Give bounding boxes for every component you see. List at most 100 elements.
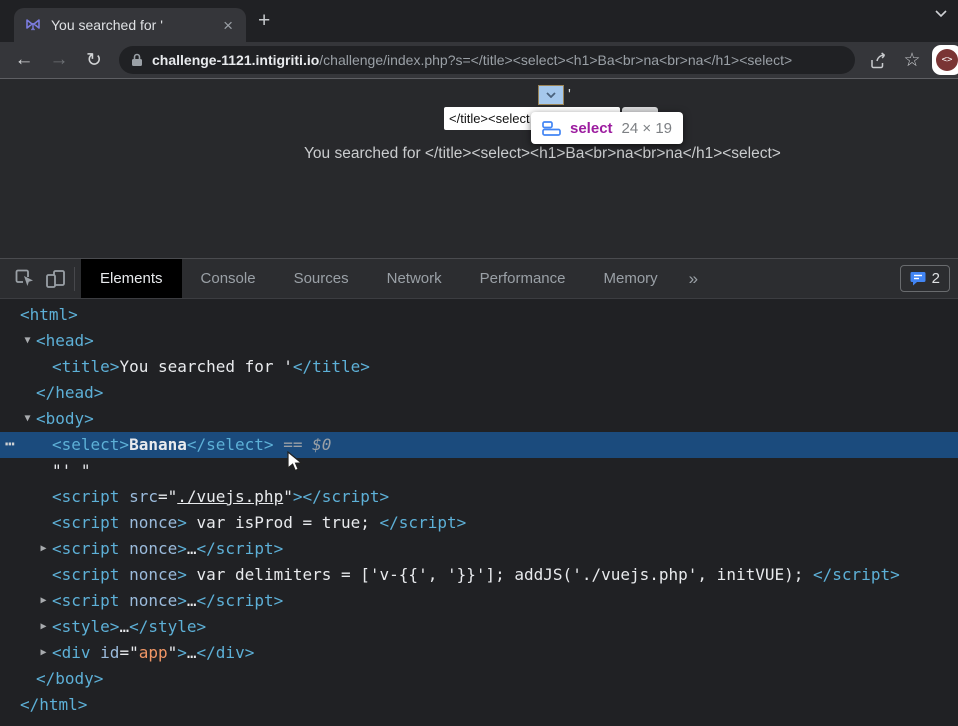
collapse-arrow-icon[interactable]: ▼ <box>21 406 34 432</box>
address-toolbar: ← → ↻ challenge-1121.intigriti.io/challe… <box>0 42 958 79</box>
dom-tree-row[interactable]: <script nonce> var isProd = true; </scri… <box>0 510 958 536</box>
dom-node-segment-tag: <head> <box>36 331 94 350</box>
devtools-panel: Elements Console Sources Network Perform… <box>0 258 958 726</box>
toolbar-divider <box>74 267 75 291</box>
dom-tree-row[interactable]: ▶<script nonce>…</script> <box>0 588 958 614</box>
dom-node-segment-txt: " <box>283 487 293 506</box>
lock-icon <box>131 53 143 67</box>
dom-tree-row[interactable]: </head> <box>0 380 958 406</box>
dom-node-segment-aval: app <box>139 643 168 662</box>
share-button[interactable] <box>866 47 892 73</box>
dom-node-segment-tag: </select> <box>187 435 274 454</box>
search-result-text: You searched for </title><select><h1>Ba<… <box>304 145 781 163</box>
issues-count: 2 <box>932 270 940 287</box>
dom-node-segment-tag: <script <box>52 565 119 584</box>
back-button[interactable]: ← <box>10 46 38 74</box>
address-bar[interactable]: challenge-1121.intigriti.io/challenge/in… <box>119 46 855 74</box>
dom-node-segment-tag: > <box>177 591 187 610</box>
row-menu-icon[interactable]: ⋯ <box>5 431 16 457</box>
page-viewport: ' </title><select select 24 × 19 You sea… <box>0 80 958 258</box>
dom-tree-row[interactable]: ▶<script nonce>…</script> <box>0 536 958 562</box>
bookmark-star-button[interactable]: ☆ <box>899 47 925 73</box>
tab-performance[interactable]: Performance <box>461 259 585 298</box>
dom-tree-row[interactable]: <html> <box>0 302 958 328</box>
mouse-cursor-icon <box>287 451 304 473</box>
extension-avatar[interactable]: <> <box>932 45 958 75</box>
dom-node-segment-tag: <html> <box>20 305 78 324</box>
tab-memory[interactable]: Memory <box>585 259 677 298</box>
tab-sources[interactable]: Sources <box>275 259 368 298</box>
dom-node-segment-tag: > <box>177 565 187 584</box>
dom-tree-row[interactable]: ▶<div id="app">…</div> <box>0 640 958 666</box>
dom-node-segment-tag: > <box>177 513 187 532</box>
url-path: /challenge/index.php?s=</title><select><… <box>319 52 792 68</box>
dom-tree-row[interactable]: </html> <box>0 692 958 718</box>
dom-tree-row[interactable]: ▼<head> <box>0 328 958 354</box>
collapse-arrow-icon[interactable]: ▼ <box>21 328 34 354</box>
expand-arrow-icon[interactable]: ▶ <box>37 588 50 614</box>
tab-elements[interactable]: Elements <box>81 259 182 298</box>
forward-button: → <box>45 46 73 74</box>
dom-node-segment-tag: </script> <box>197 539 284 558</box>
dom-node-segment-tag: </script> <box>813 565 900 584</box>
dom-node-segment-tag: <style> <box>52 617 119 636</box>
dom-node-segment-attr: nonce <box>119 539 177 558</box>
browser-tab[interactable]: You searched for ' × <box>14 8 246 42</box>
devtools-toolbar: Elements Console Sources Network Perform… <box>0 259 958 299</box>
tab-network[interactable]: Network <box>368 259 461 298</box>
dom-node-segment-dollar: $0 <box>312 435 331 454</box>
new-tab-button[interactable]: + <box>258 11 270 31</box>
dom-tree-row[interactable]: <script src="./vuejs.php"></script> <box>0 484 958 510</box>
dom-node-segment-attr: nonce <box>119 565 177 584</box>
tooltip-dimensions: 24 × 19 <box>622 120 672 137</box>
issues-button[interactable]: 2 <box>900 265 950 292</box>
dom-node-segment-txt: … <box>187 591 197 610</box>
dom-tree-row[interactable]: "' " <box>0 458 958 484</box>
dom-node-segment-attr: src <box>119 487 158 506</box>
dom-node-segment-txt: You searched for ' <box>119 357 292 376</box>
device-toolbar-button[interactable] <box>40 264 70 294</box>
expand-arrow-icon[interactable]: ▶ <box>37 614 50 640</box>
tab-close-icon[interactable]: × <box>220 17 236 34</box>
reload-button[interactable]: ↻ <box>80 46 108 74</box>
dom-node-segment-txt: " <box>168 643 178 662</box>
tab-strip: You searched for ' × + <box>0 0 958 42</box>
extension-logo-icon: <> <box>936 49 958 71</box>
dom-node-segment-attr: nonce <box>119 513 177 532</box>
dom-node-segment-tag: <script <box>52 539 119 558</box>
dom-node-segment-tag: <div <box>52 643 91 662</box>
dom-node-segment-tag: <script <box>52 591 119 610</box>
dom-tree-row-selected[interactable]: ⋯<select>Banana</select> == $0 <box>0 432 958 458</box>
dom-tree-row[interactable]: ▶<style>…</style> <box>0 614 958 640</box>
dom-node-segment-tag: </style> <box>129 617 206 636</box>
highlighted-select-element[interactable] <box>538 85 564 105</box>
dom-node-segment-tag: <script <box>52 513 119 532</box>
expand-arrow-icon[interactable]: ▶ <box>37 640 50 666</box>
issues-chat-icon <box>910 271 926 286</box>
dom-node-segment-attr: nonce <box>119 591 177 610</box>
dom-node-segment-link: ./vuejs.php <box>177 487 283 506</box>
tooltip-tag-name: select <box>570 120 613 137</box>
dom-node-segment-txt: =" <box>119 643 138 662</box>
tab-console[interactable]: Console <box>182 259 275 298</box>
inspect-element-button[interactable] <box>10 264 40 294</box>
more-tabs-button[interactable]: » <box>677 269 710 289</box>
dom-node-segment-tag: <script <box>52 487 119 506</box>
window-chevron-down-icon[interactable] <box>934 9 948 18</box>
dom-node-segment-txtb: Banana <box>129 435 187 454</box>
dom-node-segment-tag: </body> <box>36 669 103 688</box>
dom-tree-row[interactable]: <script nonce> var delimiters = ['v-{{',… <box>0 562 958 588</box>
expand-arrow-icon[interactable]: ▶ <box>37 536 50 562</box>
dom-node-segment-tag: <select> <box>52 435 129 454</box>
dom-tree-row[interactable]: </body> <box>0 666 958 692</box>
url-domain: challenge-1121.intigriti.io <box>152 52 319 68</box>
select-chevron-icon <box>546 92 556 98</box>
dom-tree-row[interactable]: ▼<body> <box>0 406 958 432</box>
star-icon: ☆ <box>903 49 920 72</box>
dom-node-segment-tag: </div> <box>197 643 255 662</box>
dom-node-segment-txt: =" <box>158 487 177 506</box>
tab-title: You searched for ' <box>51 17 220 33</box>
inspect-tooltip: select 24 × 19 <box>531 112 683 144</box>
dom-tree-row[interactable]: <title>You searched for '</title> <box>0 354 958 380</box>
site-favicon-icon <box>24 16 42 34</box>
